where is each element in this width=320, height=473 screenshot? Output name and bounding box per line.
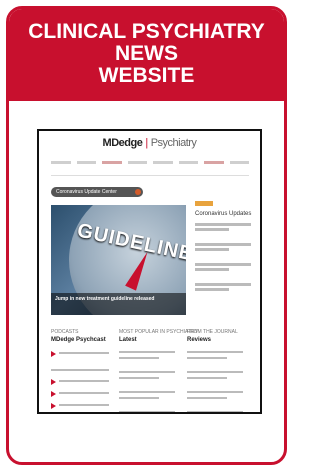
- side-item: [195, 223, 251, 233]
- list-item: [51, 369, 109, 371]
- side-item: [195, 283, 251, 293]
- list-item: [119, 371, 175, 373]
- list-item: [187, 351, 243, 353]
- play-icon: [51, 351, 56, 357]
- play-icon: [51, 391, 56, 397]
- col1-title: MDedge Psychcast: [51, 337, 106, 343]
- covid-pill-label: Coronavirus Update Center: [56, 189, 117, 195]
- col1-head: PODCASTS: [51, 329, 79, 335]
- list-item: [119, 397, 159, 399]
- side-tag: [195, 201, 213, 206]
- col3-title: Reviews: [187, 337, 212, 343]
- list-item: [187, 391, 243, 393]
- site-nav: [51, 157, 249, 173]
- play-icon: [51, 379, 56, 385]
- list-item: [187, 377, 227, 379]
- list-item: [187, 357, 227, 359]
- list-item: [59, 392, 109, 394]
- col3-head: FROM THE JOURNAL: [187, 329, 238, 335]
- banner: CLINICAL PSYCHIATRY NEWS WEBSITE: [9, 9, 284, 101]
- site-logo: MDedge | Psychiatry: [102, 137, 197, 149]
- banner-line-3: WEBSITE: [98, 64, 195, 87]
- list-item: [119, 357, 159, 359]
- website-screenshot[interactable]: MDedge | Psychiatry Coronavirus Update Cen…: [37, 129, 262, 414]
- promo-card: CLINICAL PSYCHIATRY NEWS WEBSITE MDedge |…: [6, 6, 287, 465]
- side-item: [195, 243, 251, 253]
- nav-divider: [51, 175, 249, 176]
- side-item: [195, 263, 251, 273]
- list-item: [59, 404, 109, 406]
- col2-title: Latest: [119, 337, 137, 343]
- list-item: [187, 411, 243, 412]
- list-item: [119, 351, 175, 353]
- hero-caption: Jump in new treatment guideline released: [51, 293, 186, 315]
- arrow-icon: [135, 189, 141, 195]
- list-item: [59, 352, 109, 354]
- banner-line-2: NEWS: [115, 42, 178, 65]
- list-item: [119, 391, 175, 393]
- list-item: [187, 397, 227, 399]
- logo-section: Psychiatry: [150, 137, 197, 149]
- banner-line-1: CLINICAL PSYCHIATRY: [28, 20, 265, 43]
- logo-brand: MDedge: [102, 137, 143, 149]
- list-item: [119, 377, 159, 379]
- list-item: [187, 371, 243, 373]
- list-item: [119, 411, 175, 412]
- website-thumbnail: MDedge | Psychiatry Coronavirus Update Cen…: [39, 131, 260, 412]
- play-icon: [51, 403, 56, 409]
- hero-image: GUIDELINES Jump in new treatment guideli…: [51, 205, 186, 315]
- side-title: Coronavirus Updates: [195, 211, 252, 217]
- list-item: [59, 380, 109, 382]
- covid-update-pill: Coronavirus Update Center: [51, 187, 143, 197]
